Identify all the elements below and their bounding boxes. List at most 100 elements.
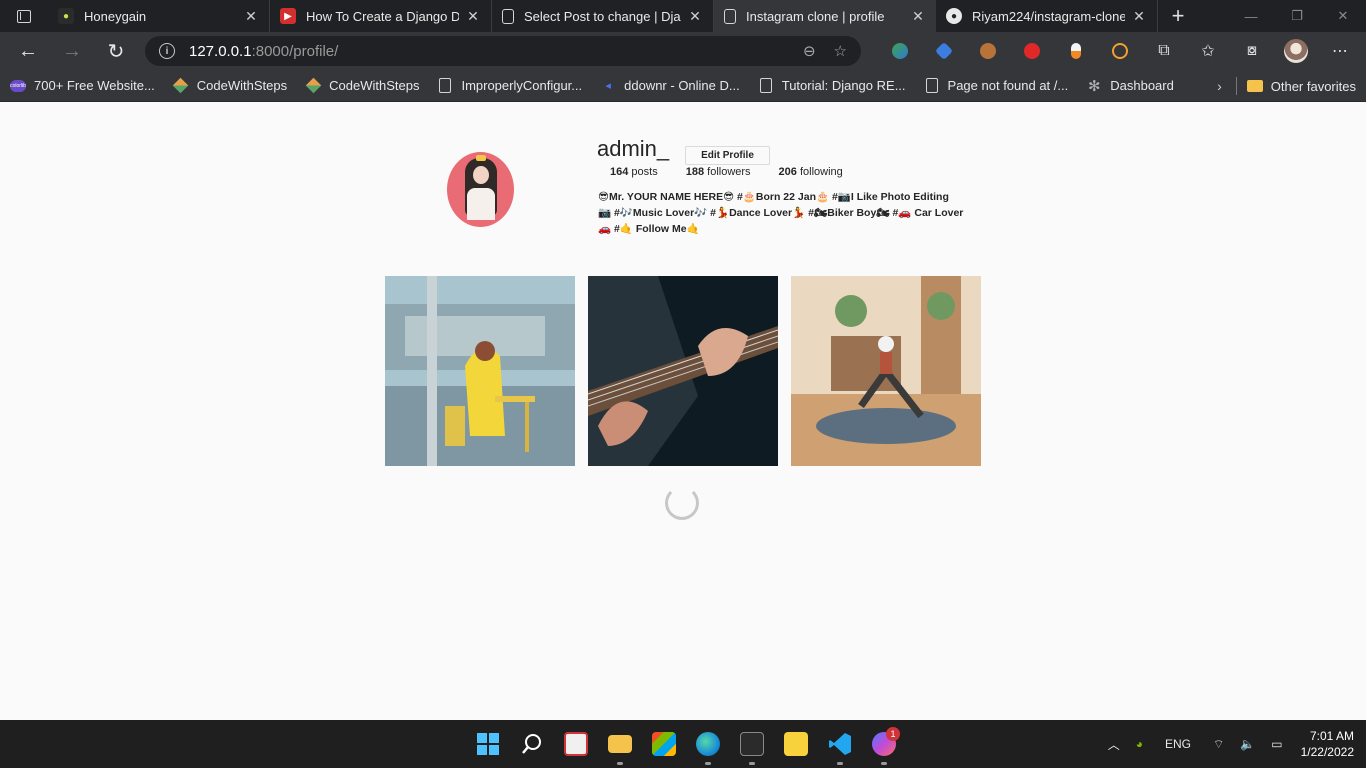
address-bar[interactable]: i 127.0.0.1 :8000/profile/ ⊖ ☆: [145, 36, 861, 66]
document-icon: [502, 8, 514, 24]
bookmark-page-not-found[interactable]: Page not found at /...: [924, 78, 1069, 94]
bookmark-label: Page not found at /...: [947, 78, 1069, 93]
bookmark-codewithsteps-1[interactable]: CodeWithSteps: [173, 77, 287, 94]
following-stat[interactable]: 206 following: [779, 166, 843, 178]
store-icon: [652, 732, 676, 756]
search-button[interactable]: [510, 720, 554, 768]
file-explorer-button[interactable]: [598, 720, 642, 768]
close-icon[interactable]: ✕: [687, 8, 703, 25]
post-2[interactable]: [588, 276, 778, 466]
bookmark-label: Tutorial: Django RE...: [781, 78, 906, 93]
close-icon[interactable]: ✕: [243, 8, 259, 25]
back-button[interactable]: ←: [6, 32, 50, 70]
bookmark-colorlib[interactable]: colorlib 700+ Free Website...: [10, 78, 155, 94]
chevron-up-icon[interactable]: ︿: [1108, 736, 1120, 753]
extension-capsule-button[interactable]: [1054, 32, 1098, 70]
globe-tray-icon[interactable]: ◕: [1136, 737, 1143, 751]
profile-button[interactable]: [1274, 32, 1318, 70]
tab-honeygain[interactable]: ● Honeygain ✕: [48, 0, 270, 32]
followers-label: followers: [707, 166, 751, 178]
bio-line: 😎Mr. YOUR NAME HERE😎 #🎂Born 22 Jan🎂 #📷I …: [598, 191, 949, 203]
start-button[interactable]: [466, 720, 510, 768]
post-1[interactable]: [385, 276, 575, 466]
forward-button[interactable]: →: [50, 32, 94, 70]
bookmark-ddownr[interactable]: ◂ ddownr - Online D...: [600, 78, 739, 94]
extension-cookie-button[interactable]: [966, 32, 1010, 70]
clock-time: 7:01 AM: [1309, 729, 1354, 743]
language-indicator[interactable]: ENG: [1165, 737, 1191, 751]
close-window-button[interactable]: ✕: [1320, 0, 1366, 32]
close-icon[interactable]: ✕: [1131, 8, 1147, 25]
close-icon[interactable]: ✕: [465, 8, 481, 25]
following-label: following: [799, 166, 843, 178]
snipping-tool-button[interactable]: [554, 720, 598, 768]
tab-strip: ● Honeygain ✕ ▶ How To Create a Django D…: [0, 0, 1366, 32]
profile-bio: 😎Mr. YOUR NAME HERE😎 #🎂Born 22 Jan🎂 #📷I …: [598, 189, 988, 237]
cookie-icon: [980, 43, 996, 59]
tab-title: Select Post to change | Djang: [524, 8, 681, 24]
tab-title: Honeygain: [84, 8, 147, 24]
tab-github[interactable]: ● Riyam224/instagram-clone- ✕: [936, 0, 1158, 32]
bio-line: 📷 #🎶Music Lover🎶 #💃Dance Lover💃 #🏍Biker …: [598, 207, 964, 219]
vscode-button[interactable]: [818, 720, 862, 768]
post-3[interactable]: [791, 276, 981, 466]
bio-line: 🚗 #🤙 Follow Me🤙: [598, 223, 700, 235]
tab-instagram-profile[interactable]: Instagram clone | profile ✕: [714, 0, 936, 32]
extension-honey-button[interactable]: [1098, 32, 1142, 70]
taskbar: 1 ︿ ◕ ENG ⌔ 🔈 ▭ 7:01 AM 1/22/2022: [0, 720, 1366, 768]
bookmark-dashboard[interactable]: ✻ Dashboard: [1086, 78, 1174, 95]
messenger-button[interactable]: 1: [862, 720, 906, 768]
tab-title: Instagram clone | profile: [746, 8, 885, 24]
bookmark-codewithsteps-2[interactable]: CodeWithSteps: [305, 77, 419, 94]
followers-stat[interactable]: 188 followers: [686, 166, 751, 178]
wifi-icon[interactable]: ⌔: [1213, 737, 1224, 752]
restore-button[interactable]: ❐: [1274, 0, 1320, 32]
profile-avatar[interactable]: [447, 152, 514, 227]
reload-button[interactable]: ↻: [94, 32, 138, 70]
extension-stop-button[interactable]: [1010, 32, 1054, 70]
sticky-notes-button[interactable]: [774, 720, 818, 768]
minimize-button[interactable]: —: [1228, 0, 1274, 32]
tab-actions-button[interactable]: [0, 0, 48, 32]
volume-icon[interactable]: 🔈: [1240, 737, 1255, 751]
clock[interactable]: 7:01 AM 1/22/2022: [1301, 728, 1354, 760]
post-1-image: [385, 276, 575, 466]
folder-icon: [1246, 80, 1263, 92]
tab-actions-icon: [17, 9, 31, 23]
avatar-shirt: [467, 188, 495, 220]
posts-stat[interactable]: 164 posts: [610, 166, 658, 178]
following-count: 206: [778, 166, 797, 178]
info-icon[interactable]: i: [159, 43, 175, 59]
favorites-button[interactable]: ✩: [1186, 32, 1230, 70]
store-button[interactable]: [642, 720, 686, 768]
profile-username: admin_: [597, 136, 670, 161]
terminal-icon: [740, 732, 764, 756]
extension-globe-button[interactable]: [878, 32, 922, 70]
collections-button[interactable]: ⧇: [1230, 32, 1274, 70]
battery-icon[interactable]: ▭: [1271, 737, 1282, 751]
other-favorites[interactable]: Other favorites: [1246, 78, 1356, 94]
tab-select-post[interactable]: Select Post to change | Djang ✕: [492, 0, 714, 32]
tab-title: How To Create a Django Deta: [306, 8, 459, 24]
menu-button[interactable]: ⋯: [1318, 32, 1362, 70]
url-host: 127.0.0.1: [189, 42, 252, 60]
avatar: [1284, 39, 1308, 63]
new-tab-button[interactable]: +: [1158, 0, 1198, 32]
chevron-right-icon[interactable]: ›: [1217, 78, 1222, 94]
edge-button[interactable]: [686, 720, 730, 768]
bookmark-improperlyconfigured[interactable]: ImproperlyConfigur...: [437, 78, 582, 94]
capsule-icon: [1071, 43, 1081, 59]
close-icon[interactable]: ✕: [910, 8, 926, 25]
extension-diamond-button[interactable]: [922, 32, 966, 70]
posts-count: 164: [610, 166, 629, 178]
zoom-icon[interactable]: ⊖: [803, 42, 816, 60]
add-favorite-icon[interactable]: ☆: [834, 42, 847, 60]
extensions-button[interactable]: ⧉: [1142, 32, 1186, 70]
edit-profile-button[interactable]: Edit Profile: [685, 146, 770, 165]
terminal-button[interactable]: [730, 720, 774, 768]
bookmark-django-rest[interactable]: Tutorial: Django RE...: [758, 78, 906, 94]
collections-icon: ⧇: [1246, 42, 1258, 59]
tab-django-video[interactable]: ▶ How To Create a Django Deta ✕: [270, 0, 492, 32]
honeygain-icon: ●: [58, 8, 74, 24]
post-2-image: [588, 276, 778, 466]
